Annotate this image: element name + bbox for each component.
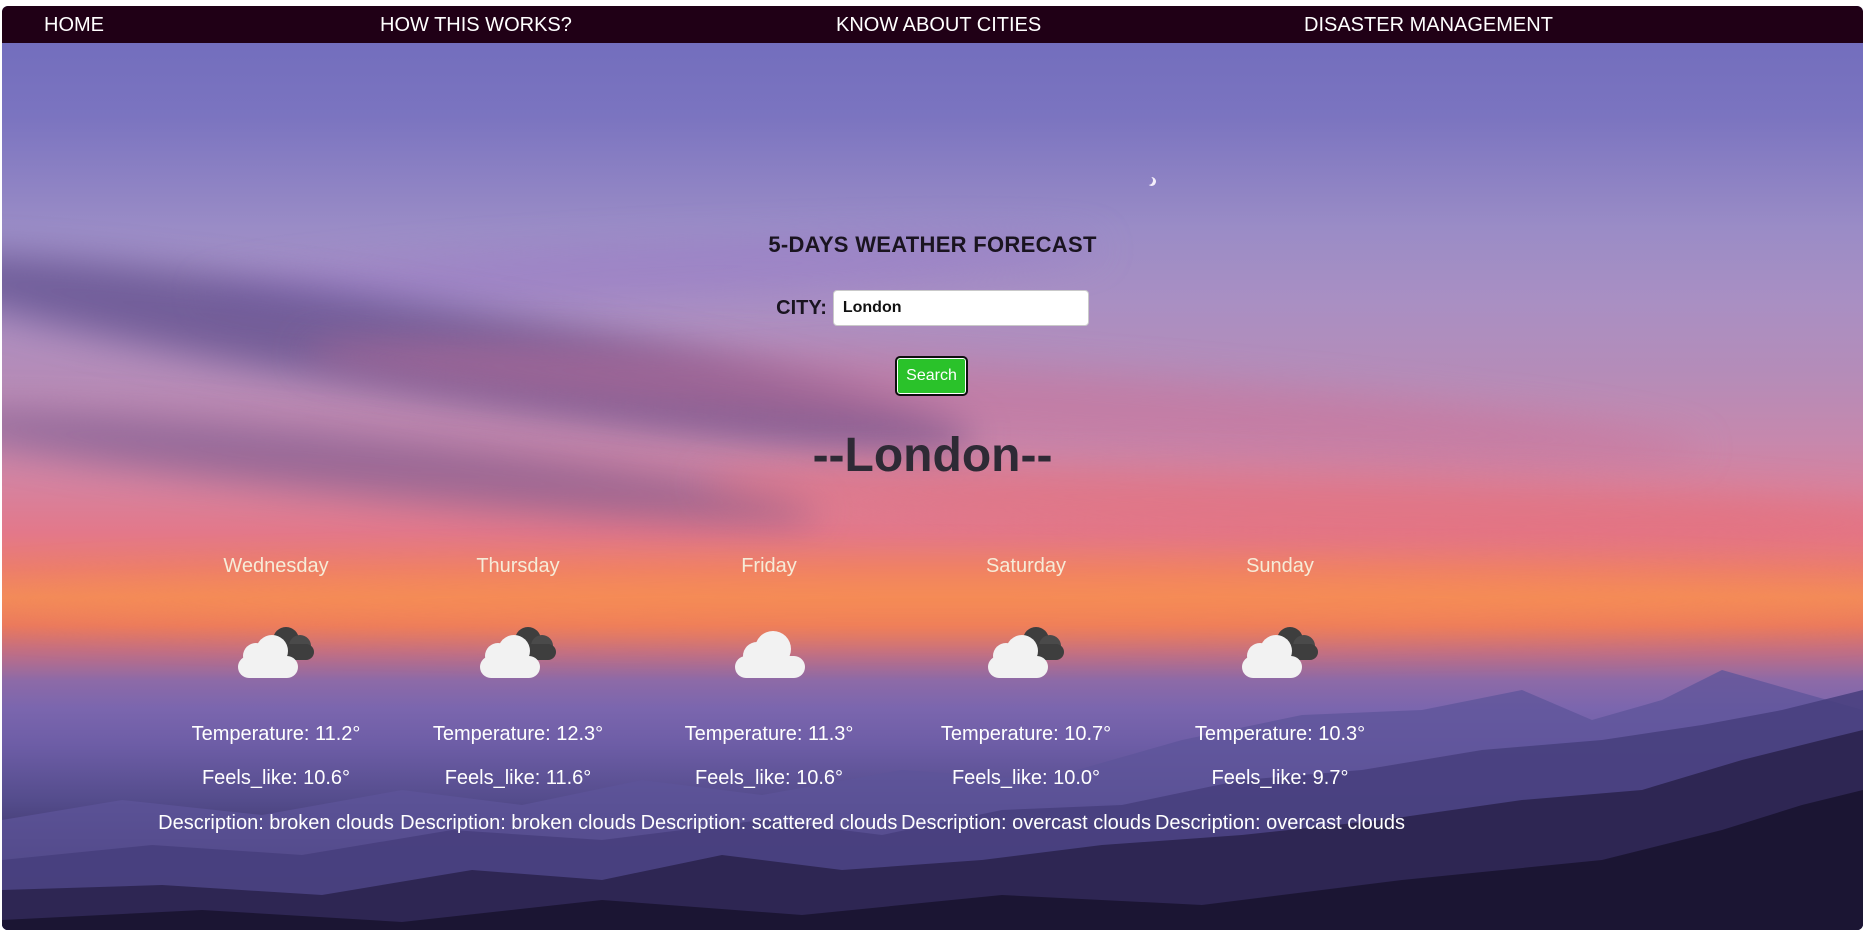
search-button[interactable]: Search (895, 356, 968, 396)
broken-clouds-icon (238, 627, 314, 678)
forecast-day-card: Sunday Temperature: 10.3° Feels_like: 9.… (1135, 554, 1425, 835)
moon-icon (1144, 176, 1153, 185)
scattered-clouds-icon (735, 631, 805, 678)
day-description: Description: overcast clouds (900, 812, 1152, 834)
day-description: Description: overcast clouds (1154, 812, 1406, 834)
day-name: Sunday (1246, 555, 1314, 577)
forecast-day-card: Friday Temperature: 11.3° Feels_like: 10… (624, 554, 914, 835)
navbar: HOME HOW THIS WORKS? KNOW ABOUT CITIES D… (2, 6, 1863, 43)
city-input[interactable] (832, 290, 1089, 326)
nav-how-this-works-link[interactable]: HOW THIS WORKS? (380, 14, 572, 37)
day-feels-like: Feels_like: 9.7° (1211, 767, 1349, 789)
forecast-day-card: Thursday Temperature: 12.3° Feels_like: … (373, 554, 663, 835)
day-feels-like: Feels_like: 10.6° (694, 767, 844, 789)
day-temperature: Temperature: 12.3° (432, 723, 604, 745)
day-temperature: Temperature: 10.7° (940, 723, 1112, 745)
day-description: Description: broken clouds (400, 812, 636, 834)
day-temperature: Temperature: 11.3° (684, 723, 854, 745)
nav-disaster-management-link[interactable]: DISASTER MANAGEMENT (1304, 14, 1553, 37)
day-feels-like: Feels_like: 10.0° (951, 767, 1101, 789)
forecast-day-card: Saturday Temperature: 10.7° Feels_like: … (881, 554, 1171, 835)
forecast-title: 5-DAYS WEATHER FORECAST (768, 232, 1097, 257)
city-form-row: CITY: (2, 290, 1863, 326)
overcast-clouds-icon (1242, 627, 1318, 678)
day-name: Friday (741, 555, 797, 577)
city-label: CITY: (776, 296, 827, 319)
city-heading: --London-- (812, 429, 1053, 482)
nav-home-link[interactable]: HOME (44, 14, 104, 37)
day-temperature: Temperature: 10.3° (1194, 723, 1366, 745)
broken-clouds-icon (480, 627, 556, 678)
page-background: HOME HOW THIS WORKS? KNOW ABOUT CITIES D… (2, 6, 1863, 930)
overcast-clouds-icon (988, 627, 1064, 678)
day-name: Saturday (985, 555, 1067, 577)
day-description: Description: scattered clouds (640, 812, 898, 834)
day-feels-like: Feels_like: 11.6° (444, 767, 592, 789)
forecast-grid: Wednesday Temperature: 11.2° Feels_like:… (2, 554, 1863, 874)
day-name: Thursday (476, 555, 560, 577)
nav-know-about-cities-link[interactable]: KNOW ABOUT CITIES (836, 14, 1041, 37)
